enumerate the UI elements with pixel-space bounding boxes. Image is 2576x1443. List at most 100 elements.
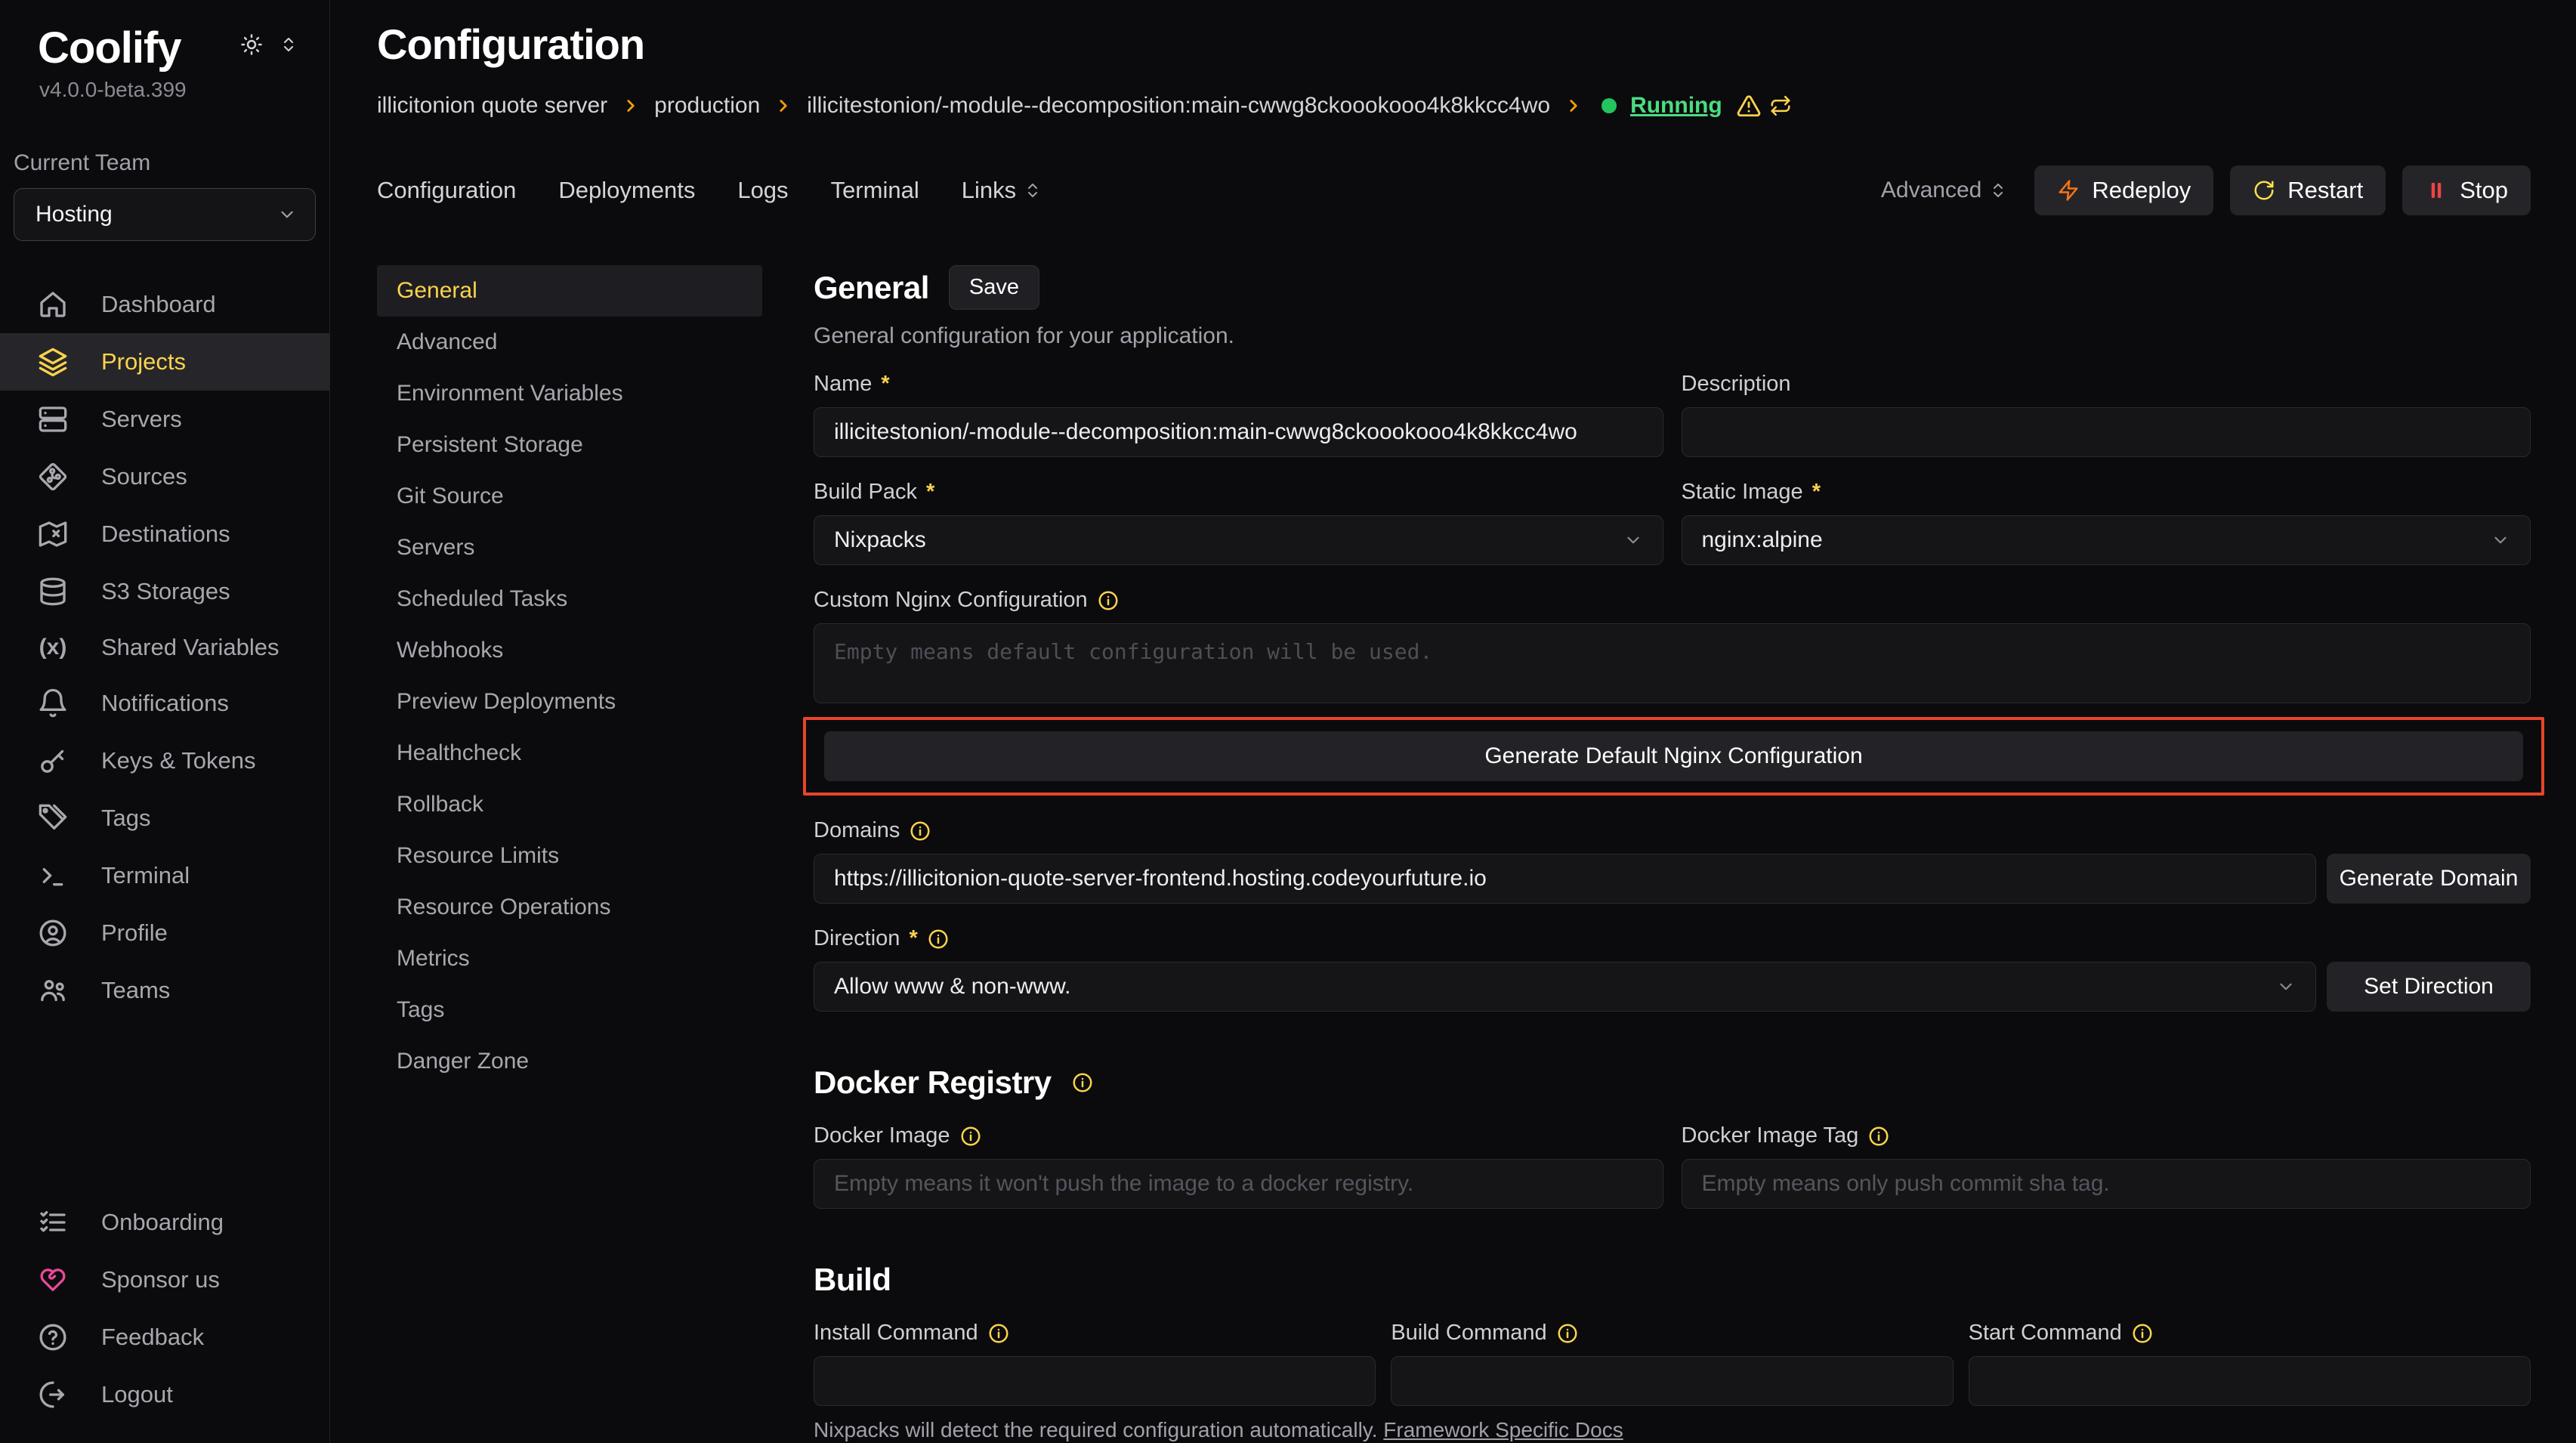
checklist-icon (38, 1207, 68, 1238)
subnav-item-webhooks[interactable]: Webhooks (377, 625, 762, 676)
server-icon (38, 404, 68, 434)
sidebar-item-s3-storages[interactable]: S3 Storages (0, 563, 329, 620)
install-command-input[interactable] (814, 1356, 1376, 1406)
start-command-input[interactable] (1969, 1356, 2531, 1406)
advanced-dropdown[interactable]: Advanced (1881, 178, 2007, 203)
chevrons-up-down-icon (1989, 181, 2007, 199)
info-icon[interactable] (1071, 1071, 1094, 1094)
app-version: v4.0.0-beta.399 (0, 73, 329, 102)
subnav-item-git-source[interactable]: Git Source (377, 471, 762, 522)
subnav-item-scheduled-tasks[interactable]: Scheduled Tasks (377, 573, 762, 625)
breadcrumb-application[interactable]: illicitestonion/-module--decomposition:m… (807, 93, 1550, 119)
info-icon[interactable] (927, 928, 950, 950)
subnav-item-advanced[interactable]: Advanced (377, 317, 762, 368)
static-image-select[interactable]: nginx:alpine (1682, 515, 2531, 565)
set-direction-button[interactable]: Set Direction (2327, 962, 2531, 1012)
subnav-item-resource-limits[interactable]: Resource Limits (377, 830, 762, 882)
section-title-docker-registry: Docker Registry (814, 1064, 1052, 1101)
sidebar-item-feedback[interactable]: Feedback (0, 1309, 329, 1366)
subnav-item-tags[interactable]: Tags (377, 984, 762, 1036)
team-select-value: Hosting (36, 202, 113, 227)
build-note: Nixpacks will detect the required config… (814, 1418, 2531, 1442)
info-icon[interactable] (987, 1322, 1010, 1345)
team-select[interactable]: Hosting (14, 188, 316, 241)
generate-nginx-config-button[interactable]: Generate Default Nginx Configuration (824, 731, 2523, 781)
subnav-item-persistent-storage[interactable]: Persistent Storage (377, 419, 762, 471)
sidebar-item-sources[interactable]: Sources (0, 448, 329, 505)
subnav-item-healthcheck[interactable]: Healthcheck (377, 728, 762, 779)
database-icon (38, 576, 68, 607)
tab-links[interactable]: Links (962, 177, 1042, 204)
status-running-link[interactable]: Running (1630, 93, 1722, 119)
static-image-label: Static Image (1682, 480, 1803, 505)
subnav-item-environment-variables[interactable]: Environment Variables (377, 368, 762, 419)
refresh-loop-icon[interactable] (1769, 94, 1792, 117)
subnav-item-preview-deployments[interactable]: Preview Deployments (377, 676, 762, 728)
save-button[interactable]: Save (949, 265, 1039, 310)
sidebar-item-tags[interactable]: Tags (0, 789, 329, 847)
current-team-label: Current Team (0, 102, 329, 176)
info-icon[interactable] (909, 820, 931, 842)
sidebar-item-terminal[interactable]: Terminal (0, 847, 329, 904)
docker-image-input[interactable] (814, 1159, 1663, 1209)
subnav-item-general[interactable]: General (377, 265, 762, 317)
docker-image-tag-input[interactable] (1682, 1159, 2531, 1209)
tab-logs[interactable]: Logs (737, 177, 788, 204)
description-input[interactable] (1682, 407, 2531, 457)
sidebar-item-sponsor[interactable]: Sponsor us (0, 1251, 329, 1309)
direction-label: Direction (814, 926, 900, 951)
subnav-item-resource-operations[interactable]: Resource Operations (377, 882, 762, 933)
framework-docs-link[interactable]: Framework Specific Docs (1383, 1418, 1623, 1441)
subnav-item-servers[interactable]: Servers (377, 522, 762, 573)
name-input[interactable] (814, 407, 1663, 457)
help-circle-icon (38, 1322, 68, 1352)
sidebar-item-shared-variables[interactable]: (x)Shared Variables (0, 620, 329, 675)
page-title: Configuration (377, 20, 2531, 69)
sidebar-item-teams[interactable]: Teams (0, 962, 329, 1019)
build-command-input[interactable] (1391, 1356, 1953, 1406)
sidebar-item-logout[interactable]: Logout (0, 1366, 329, 1423)
breadcrumb-project[interactable]: illicitonion quote server (377, 93, 607, 119)
sidebar-item-onboarding[interactable]: Onboarding (0, 1194, 329, 1251)
section-subtitle: General configuration for your applicati… (814, 323, 2531, 349)
tab-configuration[interactable]: Configuration (377, 177, 516, 204)
sidebar-item-destinations[interactable]: Destinations (0, 505, 329, 563)
warning-triangle-icon[interactable] (1736, 93, 1762, 119)
info-icon[interactable] (959, 1125, 982, 1148)
collapse-chevrons-icon[interactable] (280, 33, 298, 56)
subnav-item-rollback[interactable]: Rollback (377, 779, 762, 830)
info-icon[interactable] (1556, 1322, 1579, 1345)
generate-domain-button[interactable]: Generate Domain (2327, 854, 2531, 904)
restart-button[interactable]: Restart (2230, 165, 2386, 215)
sidebar-item-notifications[interactable]: Notifications (0, 675, 329, 732)
stop-button[interactable]: Stop (2402, 165, 2531, 215)
home-icon (38, 289, 68, 320)
tab-bar: Configuration Deployments Logs Terminal … (377, 165, 2531, 215)
tab-terminal[interactable]: Terminal (831, 177, 919, 204)
sidebar-item-keys-tokens[interactable]: Keys & Tokens (0, 732, 329, 789)
info-icon[interactable] (2131, 1322, 2154, 1345)
sidebar-item-profile[interactable]: Profile (0, 904, 329, 962)
info-icon[interactable] (1867, 1125, 1890, 1148)
info-icon[interactable] (1097, 589, 1120, 612)
direction-select[interactable]: Allow www & non-www. (814, 962, 2316, 1012)
sidebar-footer: Onboarding Sponsor us Feedback Logout (0, 1194, 329, 1423)
breadcrumb-environment[interactable]: production (654, 93, 760, 119)
domains-input[interactable] (814, 854, 2316, 904)
redeploy-button[interactable]: Redeploy (2034, 165, 2213, 215)
git-icon (38, 462, 68, 492)
sidebar-item-dashboard[interactable]: Dashboard (0, 276, 329, 333)
tab-deployments[interactable]: Deployments (558, 177, 695, 204)
chevron-down-icon (2276, 977, 2296, 997)
sidebar-item-projects[interactable]: Projects (0, 333, 329, 391)
theme-toggle-sun-icon[interactable] (240, 33, 263, 56)
custom-nginx-textarea[interactable] (814, 623, 2531, 703)
main-content: Configuration illicitonion quote server … (330, 0, 2576, 1443)
general-form: General Save General configuration for y… (814, 265, 2531, 1443)
install-command-label: Install Command (814, 1321, 978, 1346)
subnav-item-danger-zone[interactable]: Danger Zone (377, 1036, 762, 1087)
build-pack-select[interactable]: Nixpacks (814, 515, 1663, 565)
sidebar-item-servers[interactable]: Servers (0, 391, 329, 448)
build-command-label: Build Command (1391, 1321, 1546, 1346)
subnav-item-metrics[interactable]: Metrics (377, 933, 762, 984)
